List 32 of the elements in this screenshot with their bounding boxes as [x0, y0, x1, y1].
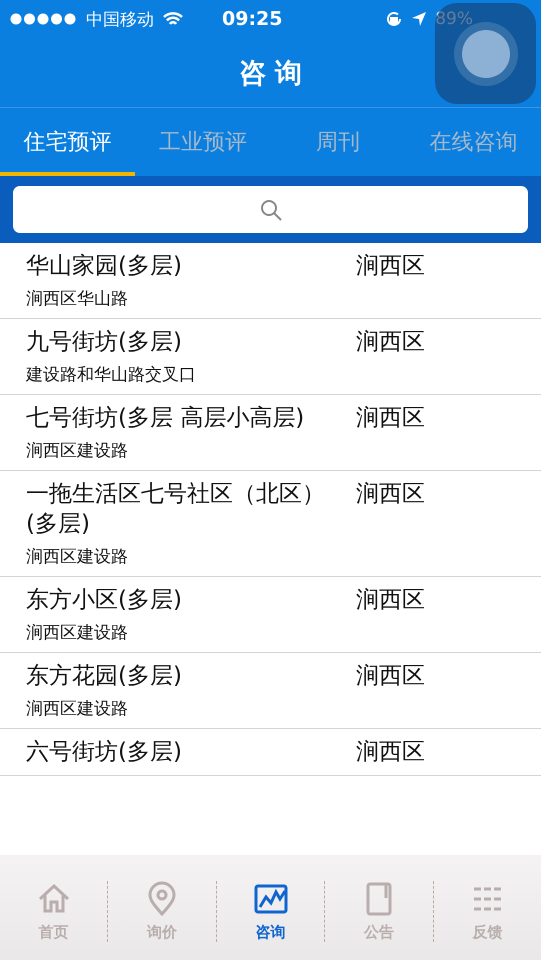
battery-percent: 89% — [435, 9, 473, 29]
search-icon — [258, 198, 282, 222]
wifi-icon — [162, 11, 184, 27]
district-name: 涧西区 — [356, 586, 425, 615]
search-field[interactable] — [13, 186, 528, 233]
district-name: 涧西区 — [356, 480, 425, 509]
status-time: 09:25 — [222, 8, 284, 30]
estate-address: 涧西区建设路 — [26, 440, 129, 462]
estate-name[interactable]: 一拖生活区七号社区（北区）(多层) — [26, 479, 356, 539]
estate-name[interactable]: 七号街坊(多层 高层小高层) — [26, 403, 356, 433]
estate-address: 涧西区建设路 — [26, 622, 129, 644]
estate-name[interactable]: 东方小区(多层) — [26, 585, 356, 615]
district-name: 涧西区 — [356, 738, 425, 767]
estate-address: 建设路和华山路交叉口 — [26, 364, 197, 386]
signal-icon — [10, 13, 78, 25]
rotation-lock-icon — [385, 10, 404, 28]
district-name: 涧西区 — [356, 662, 425, 691]
estate-name[interactable]: 六号街坊(多层) — [26, 737, 356, 767]
page-title: 咨 询 — [238, 56, 302, 90]
carrier-name: 中国移动 — [86, 8, 154, 30]
district-name: 涧西区 — [356, 328, 425, 357]
estate-address: 涧西区建设路 — [26, 546, 129, 568]
estate-name[interactable]: 华山家园(多层) — [26, 251, 356, 281]
district-name: 涧西区 — [356, 404, 425, 433]
estate-address: 涧西区建设路 — [26, 698, 129, 720]
assistive-touch-button[interactable] — [435, 3, 536, 104]
district-name: 涧西区 — [356, 252, 425, 281]
estate-address: 涧西区华山路 — [26, 288, 129, 310]
estate-name[interactable]: 九号街坊(多层) — [26, 327, 356, 357]
tab-bar-item[interactable]: 咨询 — [216, 881, 324, 942]
estate-name[interactable]: 东方花园(多层) — [26, 661, 356, 691]
location-arrow-icon — [411, 11, 428, 27]
